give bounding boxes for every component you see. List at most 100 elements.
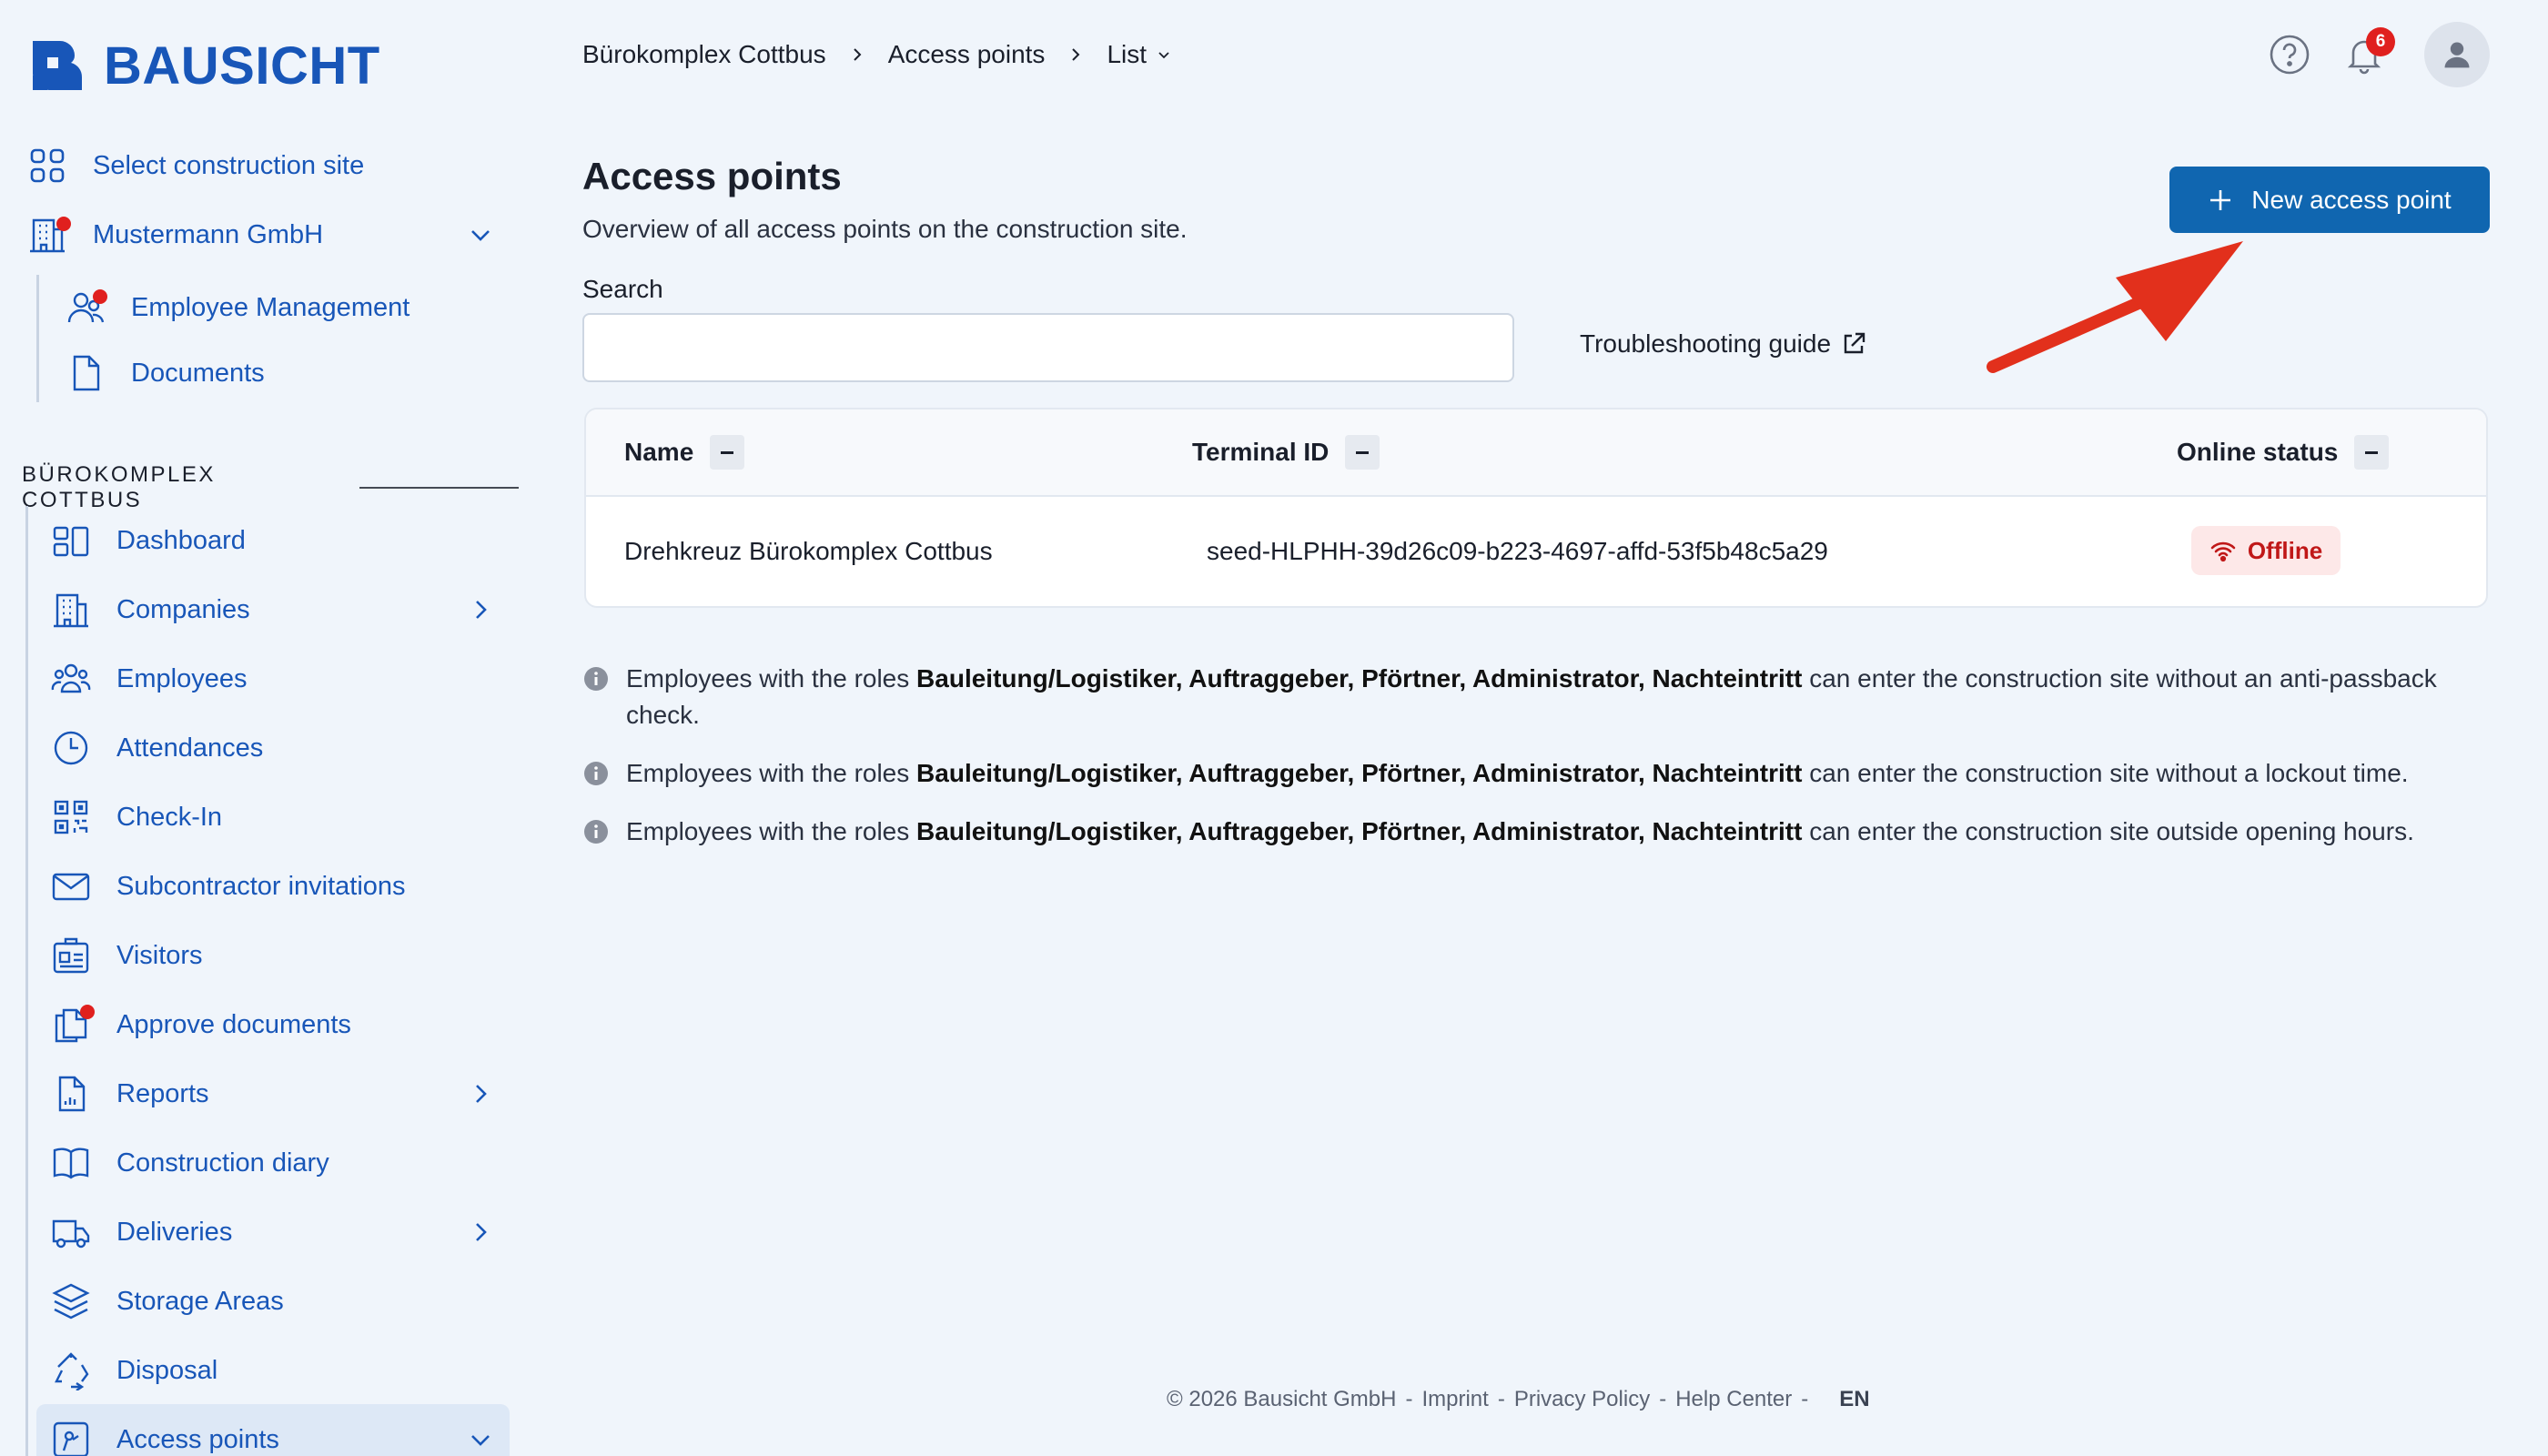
bausicht-logo-icon xyxy=(33,41,83,90)
search-input[interactable] xyxy=(582,313,1514,382)
chevron-down-icon[interactable] xyxy=(468,1427,493,1452)
sidebar-item-label: Construction diary xyxy=(116,1148,329,1178)
breadcrumb-site[interactable]: Bürokomplex Cottbus xyxy=(582,40,826,69)
table-header: Name Terminal ID Online status xyxy=(586,410,2486,497)
plus-icon xyxy=(2210,189,2231,210)
sidebar-item-label: Disposal xyxy=(116,1355,218,1385)
collapse-column-button[interactable] xyxy=(1345,435,1380,470)
footer-link-privacy[interactable]: Privacy Policy xyxy=(1514,1387,1650,1412)
brand-logo[interactable]: BAUSICHT xyxy=(27,35,380,96)
chevron-right-icon[interactable] xyxy=(468,1219,493,1245)
brand-name: BAUSICHT xyxy=(104,35,380,96)
sidebar-item-employee-management[interactable]: Employee Management xyxy=(66,280,410,335)
page-title: Access points xyxy=(582,155,842,197)
info-icon xyxy=(584,762,608,785)
sidebar-item-label: Companies xyxy=(116,594,250,624)
layers-icon xyxy=(51,1281,91,1321)
top-icons: 6 xyxy=(2268,22,2490,87)
column-header-name[interactable]: Name xyxy=(624,435,745,470)
sidebar-item-storage-areas[interactable]: Storage Areas xyxy=(51,1274,284,1329)
sidebar-item-label: Attendances xyxy=(116,733,264,763)
breadcrumb-access-points[interactable]: Access points xyxy=(888,40,1046,69)
envelope-icon xyxy=(51,866,91,906)
sidebar-item-select-site[interactable]: Select construction site xyxy=(27,138,364,193)
sidebar: BAUSICHT Select construction site Muster… xyxy=(0,0,519,1456)
troubleshooting-guide-link[interactable]: Troubleshooting guide xyxy=(1580,329,1867,359)
submenu-line xyxy=(36,275,39,402)
sidebar-item-label: Visitors xyxy=(116,940,203,970)
chevron-down-icon[interactable] xyxy=(468,222,493,248)
column-header-online-status[interactable]: Online status xyxy=(2177,435,2390,470)
cell-terminal-id: seed-HLPHH-39d26c09-b223-4697-affd-53f5b… xyxy=(1207,537,1828,565)
info-lockout-time: Employees with the roles Bauleitung/Logi… xyxy=(582,755,2493,792)
section-divider xyxy=(359,487,519,489)
clock-icon xyxy=(51,728,91,768)
sidebar-item-label: Check-In xyxy=(116,802,223,832)
wifi-icon xyxy=(2210,541,2236,562)
sidebar-item-label: Storage Areas xyxy=(116,1286,284,1316)
chevron-down-icon[interactable] xyxy=(1156,46,1172,63)
sidebar-item-employees[interactable]: Employees xyxy=(51,652,247,706)
footer-link-imprint[interactable]: Imprint xyxy=(1421,1387,1488,1412)
notification-count-badge: 6 xyxy=(2366,27,2395,56)
sidebar-item-subcontractor-invitations[interactable]: Subcontractor invitations xyxy=(51,859,406,914)
sidebar-item-construction-diary[interactable]: Construction diary xyxy=(51,1136,329,1190)
dashboard-icon xyxy=(51,521,91,561)
users-icon xyxy=(66,288,107,328)
sidebar-item-dashboard[interactable]: Dashboard xyxy=(51,513,246,568)
user-icon xyxy=(2444,42,2470,68)
document-icon xyxy=(66,353,106,393)
qr-code-icon xyxy=(51,797,91,837)
notifications-button[interactable]: 6 xyxy=(2342,27,2395,76)
sidebar-item-companies[interactable]: Companies xyxy=(51,582,250,637)
sidebar-item-label: Employee Management xyxy=(131,292,410,322)
chevron-right-icon[interactable] xyxy=(468,597,493,622)
book-icon xyxy=(51,1143,91,1183)
sidebar-item-approve-documents[interactable]: Approve documents xyxy=(51,997,351,1052)
notification-dot xyxy=(56,217,71,231)
breadcrumb-list[interactable]: List xyxy=(1107,40,1147,69)
sidebar-item-label: Deliveries xyxy=(116,1217,233,1247)
sidebar-item-documents[interactable]: Documents xyxy=(66,346,265,400)
section-label-site: BÜROKOMPLEX COTTBUS xyxy=(22,462,519,513)
truck-icon xyxy=(51,1212,91,1252)
documents-icon xyxy=(51,1005,95,1045)
sidebar-item-label: Approve documents xyxy=(116,1009,351,1039)
button-label: New access point xyxy=(2251,185,2452,214)
sidebar-item-attendances[interactable]: Attendances xyxy=(51,721,263,775)
building-icon xyxy=(27,215,71,255)
new-access-point-button[interactable]: New access point xyxy=(2169,167,2490,233)
collapse-column-button[interactable] xyxy=(2354,435,2390,470)
chevron-right-icon[interactable] xyxy=(468,1081,493,1107)
footer-link-help-center[interactable]: Help Center xyxy=(1675,1387,1792,1412)
external-link-icon xyxy=(1844,332,1866,354)
help-icon[interactable] xyxy=(2268,33,2311,76)
info-icon xyxy=(584,667,608,691)
building-icon xyxy=(51,590,91,630)
sidebar-item-label: Reports xyxy=(116,1078,209,1108)
cell-name: Drehkreuz Bürokomplex Cottbus xyxy=(624,537,993,565)
sidebar-item-check-in[interactable]: Check-In xyxy=(51,790,222,844)
sidebar-item-visitors[interactable]: Visitors xyxy=(51,928,203,983)
section-line xyxy=(25,506,28,1456)
breadcrumb: Bürokomplex Cottbus Access points List xyxy=(582,35,1172,75)
id-card-icon xyxy=(51,935,91,976)
annotation-arrow-icon xyxy=(1987,241,2243,373)
language-switch[interactable]: EN xyxy=(1839,1387,1869,1412)
status-badge: Offline xyxy=(2191,526,2341,575)
sidebar-item-company[interactable]: Mustermann GmbH xyxy=(27,207,323,262)
info-icon xyxy=(584,820,608,844)
info-opening-hours: Employees with the roles Bauleitung/Logi… xyxy=(582,814,2493,850)
sidebar-item-disposal[interactable]: Disposal xyxy=(51,1343,217,1398)
sidebar-item-access-points[interactable]: Access points xyxy=(51,1412,279,1456)
sidebar-item-reports[interactable]: Reports xyxy=(51,1067,209,1121)
collapse-column-button[interactable] xyxy=(710,435,745,470)
footer: © 2026 Bausicht GmbH - Imprint - Privacy… xyxy=(1167,1387,1870,1412)
info-anti-passback: Employees with the roles Bauleitung/Logi… xyxy=(582,661,2493,733)
sidebar-item-deliveries[interactable]: Deliveries xyxy=(51,1205,232,1259)
sidebar-item-label: Employees xyxy=(116,663,248,693)
report-icon xyxy=(51,1074,91,1114)
column-header-terminal-id[interactable]: Terminal ID xyxy=(1192,435,1380,470)
avatar[interactable] xyxy=(2424,22,2490,87)
search-label: Search xyxy=(582,275,663,303)
